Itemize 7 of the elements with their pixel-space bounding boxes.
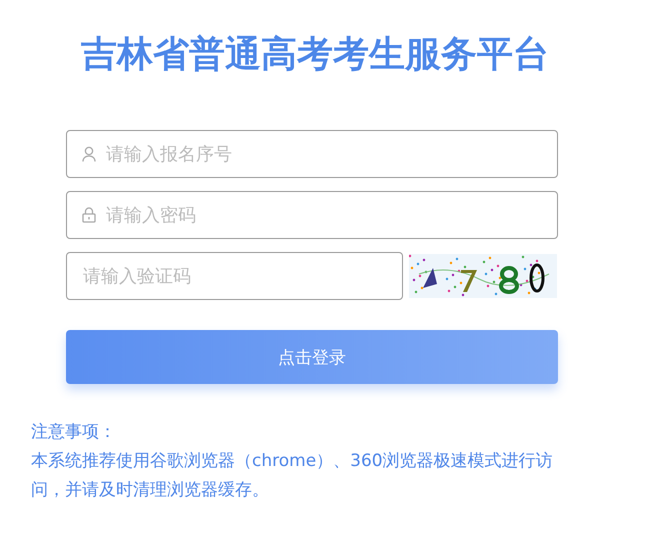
page-title: 吉林省普通高考考生服务平台 bbox=[80, 33, 550, 77]
notice-text: 本系统推荐使用谷歌浏览器（chrome）、360浏览器极速模式进行访问，并请及时清理浏览器缓存。 bbox=[31, 450, 554, 502]
input-field[interactable]: 请输入密码 bbox=[66, 191, 558, 239]
login-button[interactable]: 点击登录 bbox=[66, 330, 558, 384]
notice-heading: 注意事项： bbox=[31, 421, 117, 444]
input-field[interactable]: 请输入报名序号 bbox=[66, 130, 558, 178]
input-field[interactable]: 请输入验证码 bbox=[66, 252, 403, 300]
